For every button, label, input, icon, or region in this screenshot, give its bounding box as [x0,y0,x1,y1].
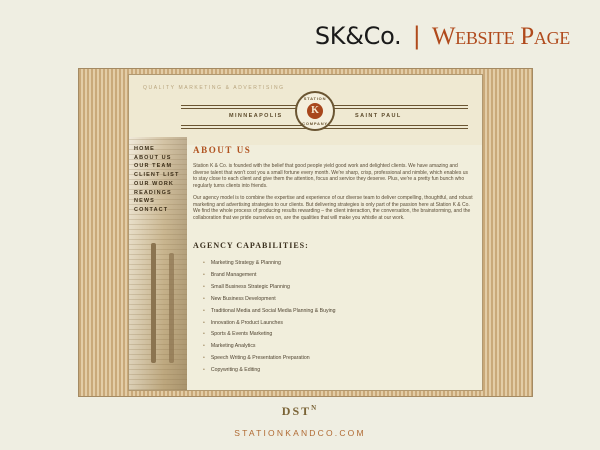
list-item: • Copywriting & Editing [203,365,473,377]
list-item: • New Business Development [203,294,473,306]
capability-label: New Business Development [210,295,276,302]
capabilities-heading: AGENCY CAPABILITIES: [193,241,309,250]
slide-title-separator: | [412,22,421,50]
capabilities-list: • Marketing Strategy & Planning • Brand Ma… [193,258,473,377]
nav-item-contact[interactable]: CONTACT [134,206,179,215]
city-left: MINNEAPOLIS [229,113,283,119]
bullet-icon: • [203,271,205,278]
capability-label: Copywriting & Editing [210,367,261,374]
about-heading: ABOUT US [193,145,252,155]
footer-url: STATIONKANDCO.COM [234,428,366,438]
site-tagline: QUALITY MARKETING & ADVERTISING [143,85,285,91]
nav-item-our-work[interactable]: OUR WORK [134,180,179,189]
capability-label: Traditional Media and Social Media Plann… [210,307,336,314]
dst-mark-sup: N [311,404,319,412]
capability-label: Marketing Analytics [210,343,256,350]
railing-post [169,253,174,363]
bullet-icon: • [203,260,205,266]
capability-label: Innovation & Product Launches [210,319,283,326]
about-paragraph: Our agency model is to combine the exper… [193,195,473,221]
railing-post [151,243,156,363]
slide-title-main: SK&Co. [314,22,402,50]
nav-item-news[interactable]: NEWS [134,197,179,206]
nav-item-our-team[interactable]: OUR TEAM [134,162,179,171]
slide-title-sub: Website Page [431,23,570,50]
list-item: • Speech Writing & Presentation Preparati… [203,353,473,365]
site-nav: HOME ABOUT US OUR TEAM CLIENT LIST OUR W… [134,145,179,215]
capability-label: Brand Management [210,271,257,278]
list-item: • Marketing Analytics [203,341,473,353]
list-item: • Sports & Events Marketing [203,329,473,341]
slide-title: SK&Co. | Website Page [315,22,570,51]
bullet-icon: • [203,283,205,290]
logo-text-top: STATION [303,96,327,101]
list-item: • Innovation & Product Launches [203,318,473,330]
capability-label: Small Business Strategic Planning [210,283,290,290]
bullet-icon: • [203,331,205,338]
list-item: • Marketing Strategy & Planning [203,258,473,270]
dst-logo: DSTN [0,404,600,419]
logo-text-bottom: COMPANY [302,121,328,126]
website-mockup: QUALITY MARKETING & ADVERTISING MINNEAPO… [78,68,533,397]
city-right: SAINT PAUL [355,113,402,119]
nav-item-home[interactable]: HOME [134,145,179,154]
capability-label: Marketing Strategy & Planning [210,260,281,266]
list-item: • Brand Management [203,270,473,282]
capability-label: Sports & Events Marketing [210,331,273,338]
logo-letter: K [307,103,323,119]
bullet-icon: • [203,319,205,326]
main-content: ABOUT US Station K & Co. is founded with… [193,145,473,377]
bullet-icon: • [203,343,205,350]
bullet-icon: • [203,307,205,314]
nav-item-readings[interactable]: READINGS [134,189,179,198]
bullet-icon: • [203,367,205,374]
station-company-logo[interactable]: STATION K COMPANY [295,91,335,131]
website-page: QUALITY MARKETING & ADVERTISING MINNEAPO… [129,75,482,390]
bullet-icon: • [203,295,205,302]
site-header: QUALITY MARKETING & ADVERTISING MINNEAPO… [129,75,482,145]
about-paragraph: Station K & Co. is founded with the beli… [193,163,469,189]
nav-item-client-list[interactable]: CLIENT LIST [134,171,179,180]
nav-item-about-us[interactable]: ABOUT US [134,154,179,163]
dst-mark: DST [281,404,312,418]
list-item: • Traditional Media and Social Media Plan… [203,306,473,318]
list-item: • Small Business Strategic Planning [203,282,473,294]
capability-label: Speech Writing & Presentation Preparatio… [210,355,310,362]
bullet-icon: • [203,355,205,362]
